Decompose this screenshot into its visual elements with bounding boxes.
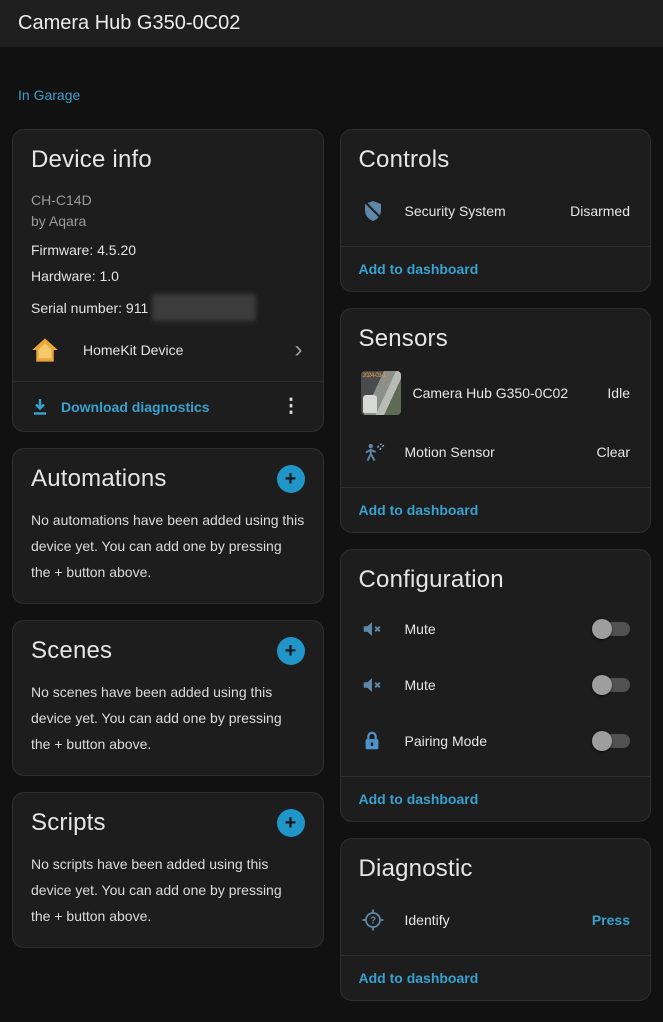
sensors-title: Sensors bbox=[359, 325, 633, 353]
homekit-house-icon bbox=[31, 337, 61, 363]
volume-mute-icon bbox=[361, 618, 401, 640]
device-model: CH-C14D bbox=[31, 190, 305, 211]
overflow-menu-icon[interactable]: ⋮ bbox=[278, 395, 305, 418]
scenes-title: Scenes bbox=[31, 637, 112, 665]
add-scene-button[interactable]: + bbox=[277, 637, 305, 665]
motion-sensor-row[interactable]: Motion Sensor Clear bbox=[341, 427, 651, 477]
serial-redaction bbox=[152, 294, 256, 321]
configuration-add-to-dashboard-link[interactable]: Add to dashboard bbox=[341, 777, 651, 821]
camera-thumbnail: 2024-03-1 bbox=[361, 371, 401, 415]
page-body: In Garage Device info CH-C14D by Aqara F… bbox=[0, 47, 663, 1001]
entity-name: Pairing Mode bbox=[405, 733, 488, 749]
camera-timestamp: 2024-03-1 bbox=[363, 373, 386, 379]
pairing-mode-row: Pairing Mode bbox=[341, 716, 651, 766]
diagnostic-title: Diagnostic bbox=[359, 855, 633, 883]
scripts-title: Scripts bbox=[31, 809, 106, 837]
left-column: Device info CH-C14D by Aqara Firmware: 4… bbox=[12, 129, 324, 1001]
download-diagnostics-link[interactable]: Download diagnostics bbox=[61, 399, 210, 415]
download-icon bbox=[31, 398, 49, 416]
controls-add-to-dashboard-link[interactable]: Add to dashboard bbox=[341, 247, 651, 291]
controls-card: Controls Security System Disarmed bbox=[340, 129, 652, 292]
automations-title: Automations bbox=[31, 465, 167, 493]
chevron-right-icon: › bbox=[295, 338, 305, 362]
page-title: Camera Hub G350-0C02 bbox=[18, 12, 240, 35]
security-system-row[interactable]: Security System Disarmed bbox=[341, 186, 651, 236]
automations-card: Automations + No automations have been a… bbox=[12, 448, 324, 604]
security-system-state[interactable]: Disarmed bbox=[570, 203, 630, 219]
homekit-device-row[interactable]: HomeKit Device › bbox=[31, 337, 305, 363]
download-diagnostics-row: Download diagnostics ⋮ bbox=[13, 382, 323, 431]
entity-name: Motion Sensor bbox=[405, 444, 495, 460]
entity-name: Camera Hub G350-0C02 bbox=[413, 385, 569, 401]
volume-mute-icon bbox=[361, 674, 401, 696]
motion-sensor-icon bbox=[361, 439, 401, 465]
shield-off-icon bbox=[361, 199, 401, 223]
entity-name: Security System bbox=[405, 203, 506, 219]
mute-toggle-1[interactable] bbox=[592, 619, 630, 639]
sensors-add-to-dashboard-link[interactable]: Add to dashboard bbox=[341, 488, 651, 532]
crosshairs-question-icon: ? bbox=[361, 908, 401, 932]
area-breadcrumb-link[interactable]: In Garage bbox=[18, 87, 80, 103]
entity-name: Mute bbox=[405, 621, 436, 637]
device-info-card: Device info CH-C14D by Aqara Firmware: 4… bbox=[12, 129, 324, 432]
mute-toggle-2[interactable] bbox=[592, 675, 630, 695]
device-firmware: Firmware: 4.5.20 bbox=[31, 242, 305, 258]
svg-text:?: ? bbox=[369, 916, 375, 927]
app-header: Camera Hub G350-0C02 bbox=[0, 0, 663, 47]
configuration-title: Configuration bbox=[359, 566, 633, 594]
device-manufacturer: by Aqara bbox=[31, 211, 305, 232]
sensors-card: Sensors 2024-03-1 Camera Hub G350-0C02 I… bbox=[340, 308, 652, 533]
scripts-card: Scripts + No scripts have been added usi… bbox=[12, 792, 324, 948]
entity-name: Identify bbox=[405, 912, 450, 928]
device-hardware: Hardware: 1.0 bbox=[31, 268, 305, 284]
camera-sensor-row[interactable]: 2024-03-1 Camera Hub G350-0C02 Idle bbox=[341, 361, 651, 425]
scenes-empty-text: No scenes have been added using this dev… bbox=[31, 679, 305, 757]
device-info-title: Device info bbox=[31, 146, 305, 174]
cards-grid: Device info CH-C14D by Aqara Firmware: 4… bbox=[12, 129, 651, 1001]
entity-name: Mute bbox=[405, 677, 436, 693]
motion-sensor-state: Clear bbox=[597, 444, 630, 460]
camera-state: Idle bbox=[607, 385, 630, 401]
automations-empty-text: No automations have been added using thi… bbox=[31, 507, 305, 585]
right-column: Controls Security System Disarmed bbox=[340, 129, 652, 1001]
diagnostic-add-to-dashboard-link[interactable]: Add to dashboard bbox=[341, 956, 651, 1000]
identify-press-button[interactable]: Press bbox=[592, 912, 630, 928]
mute-row-2: Mute bbox=[341, 660, 651, 710]
configuration-card: Configuration Mute bbox=[340, 549, 652, 822]
diagnostic-card: Diagnostic ? Identify Press bbox=[340, 838, 652, 1001]
lock-icon bbox=[361, 730, 401, 752]
pairing-mode-toggle[interactable] bbox=[592, 731, 630, 751]
mute-row-1: Mute bbox=[341, 604, 651, 654]
scenes-card: Scenes + No scenes have been added using… bbox=[12, 620, 324, 776]
add-automation-button[interactable]: + bbox=[277, 465, 305, 493]
identify-row: ? Identify Press bbox=[341, 895, 651, 945]
scripts-empty-text: No scripts have been added using this de… bbox=[31, 851, 305, 929]
controls-title: Controls bbox=[359, 146, 633, 174]
device-serial: Serial number: 911 bbox=[31, 294, 305, 321]
add-script-button[interactable]: + bbox=[277, 809, 305, 837]
homekit-label: HomeKit Device bbox=[83, 342, 183, 358]
